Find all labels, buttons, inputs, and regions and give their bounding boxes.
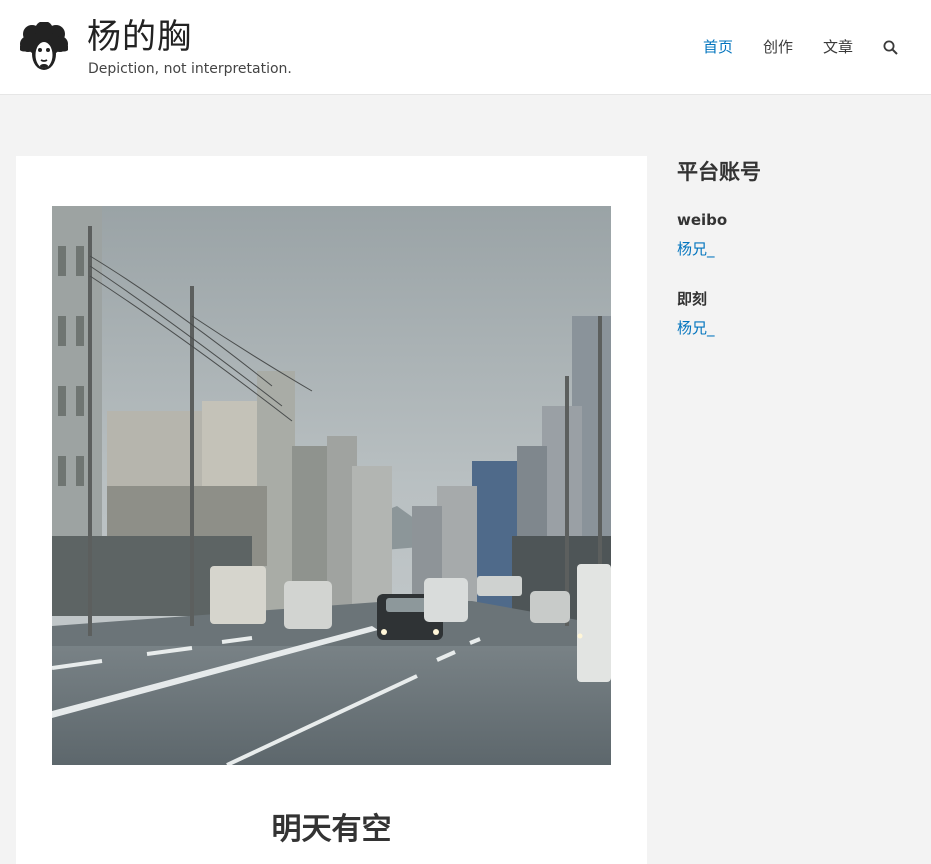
nav-item-creation[interactable]: 创作 [763,36,793,58]
site-tagline: Depiction, not interpretation. [88,61,292,77]
post-card: 明天有空 [16,156,647,864]
post-featured-image[interactable] [52,206,611,765]
site-header: 杨的胸 Depiction, not interpretation. 首页 创作… [0,0,931,95]
search-icon[interactable] [883,36,901,58]
account-handle-link[interactable]: 杨兄_ [677,317,907,339]
widget-title: 平台账号 [677,160,761,184]
sidebar: 平台账号 weibo 杨兄_ 即刻 杨兄_ [677,156,907,367]
account-platform-name: 即刻 [677,290,708,308]
account-jike: 即刻 杨兄_ [677,288,907,339]
account-handle-link[interactable]: 杨兄_ [677,238,907,260]
nav-item-articles[interactable]: 文章 [823,36,853,58]
account-platform-name: weibo [677,211,728,229]
site-title[interactable]: 杨的胸 [87,16,192,58]
post-title[interactable]: 明天有空 [16,808,647,852]
sheep-logo-icon[interactable] [19,21,69,72]
primary-nav: 首页 创作 文章 [673,36,901,58]
account-weibo: weibo 杨兄_ [677,209,907,260]
nav-item-home[interactable]: 首页 [703,36,733,58]
